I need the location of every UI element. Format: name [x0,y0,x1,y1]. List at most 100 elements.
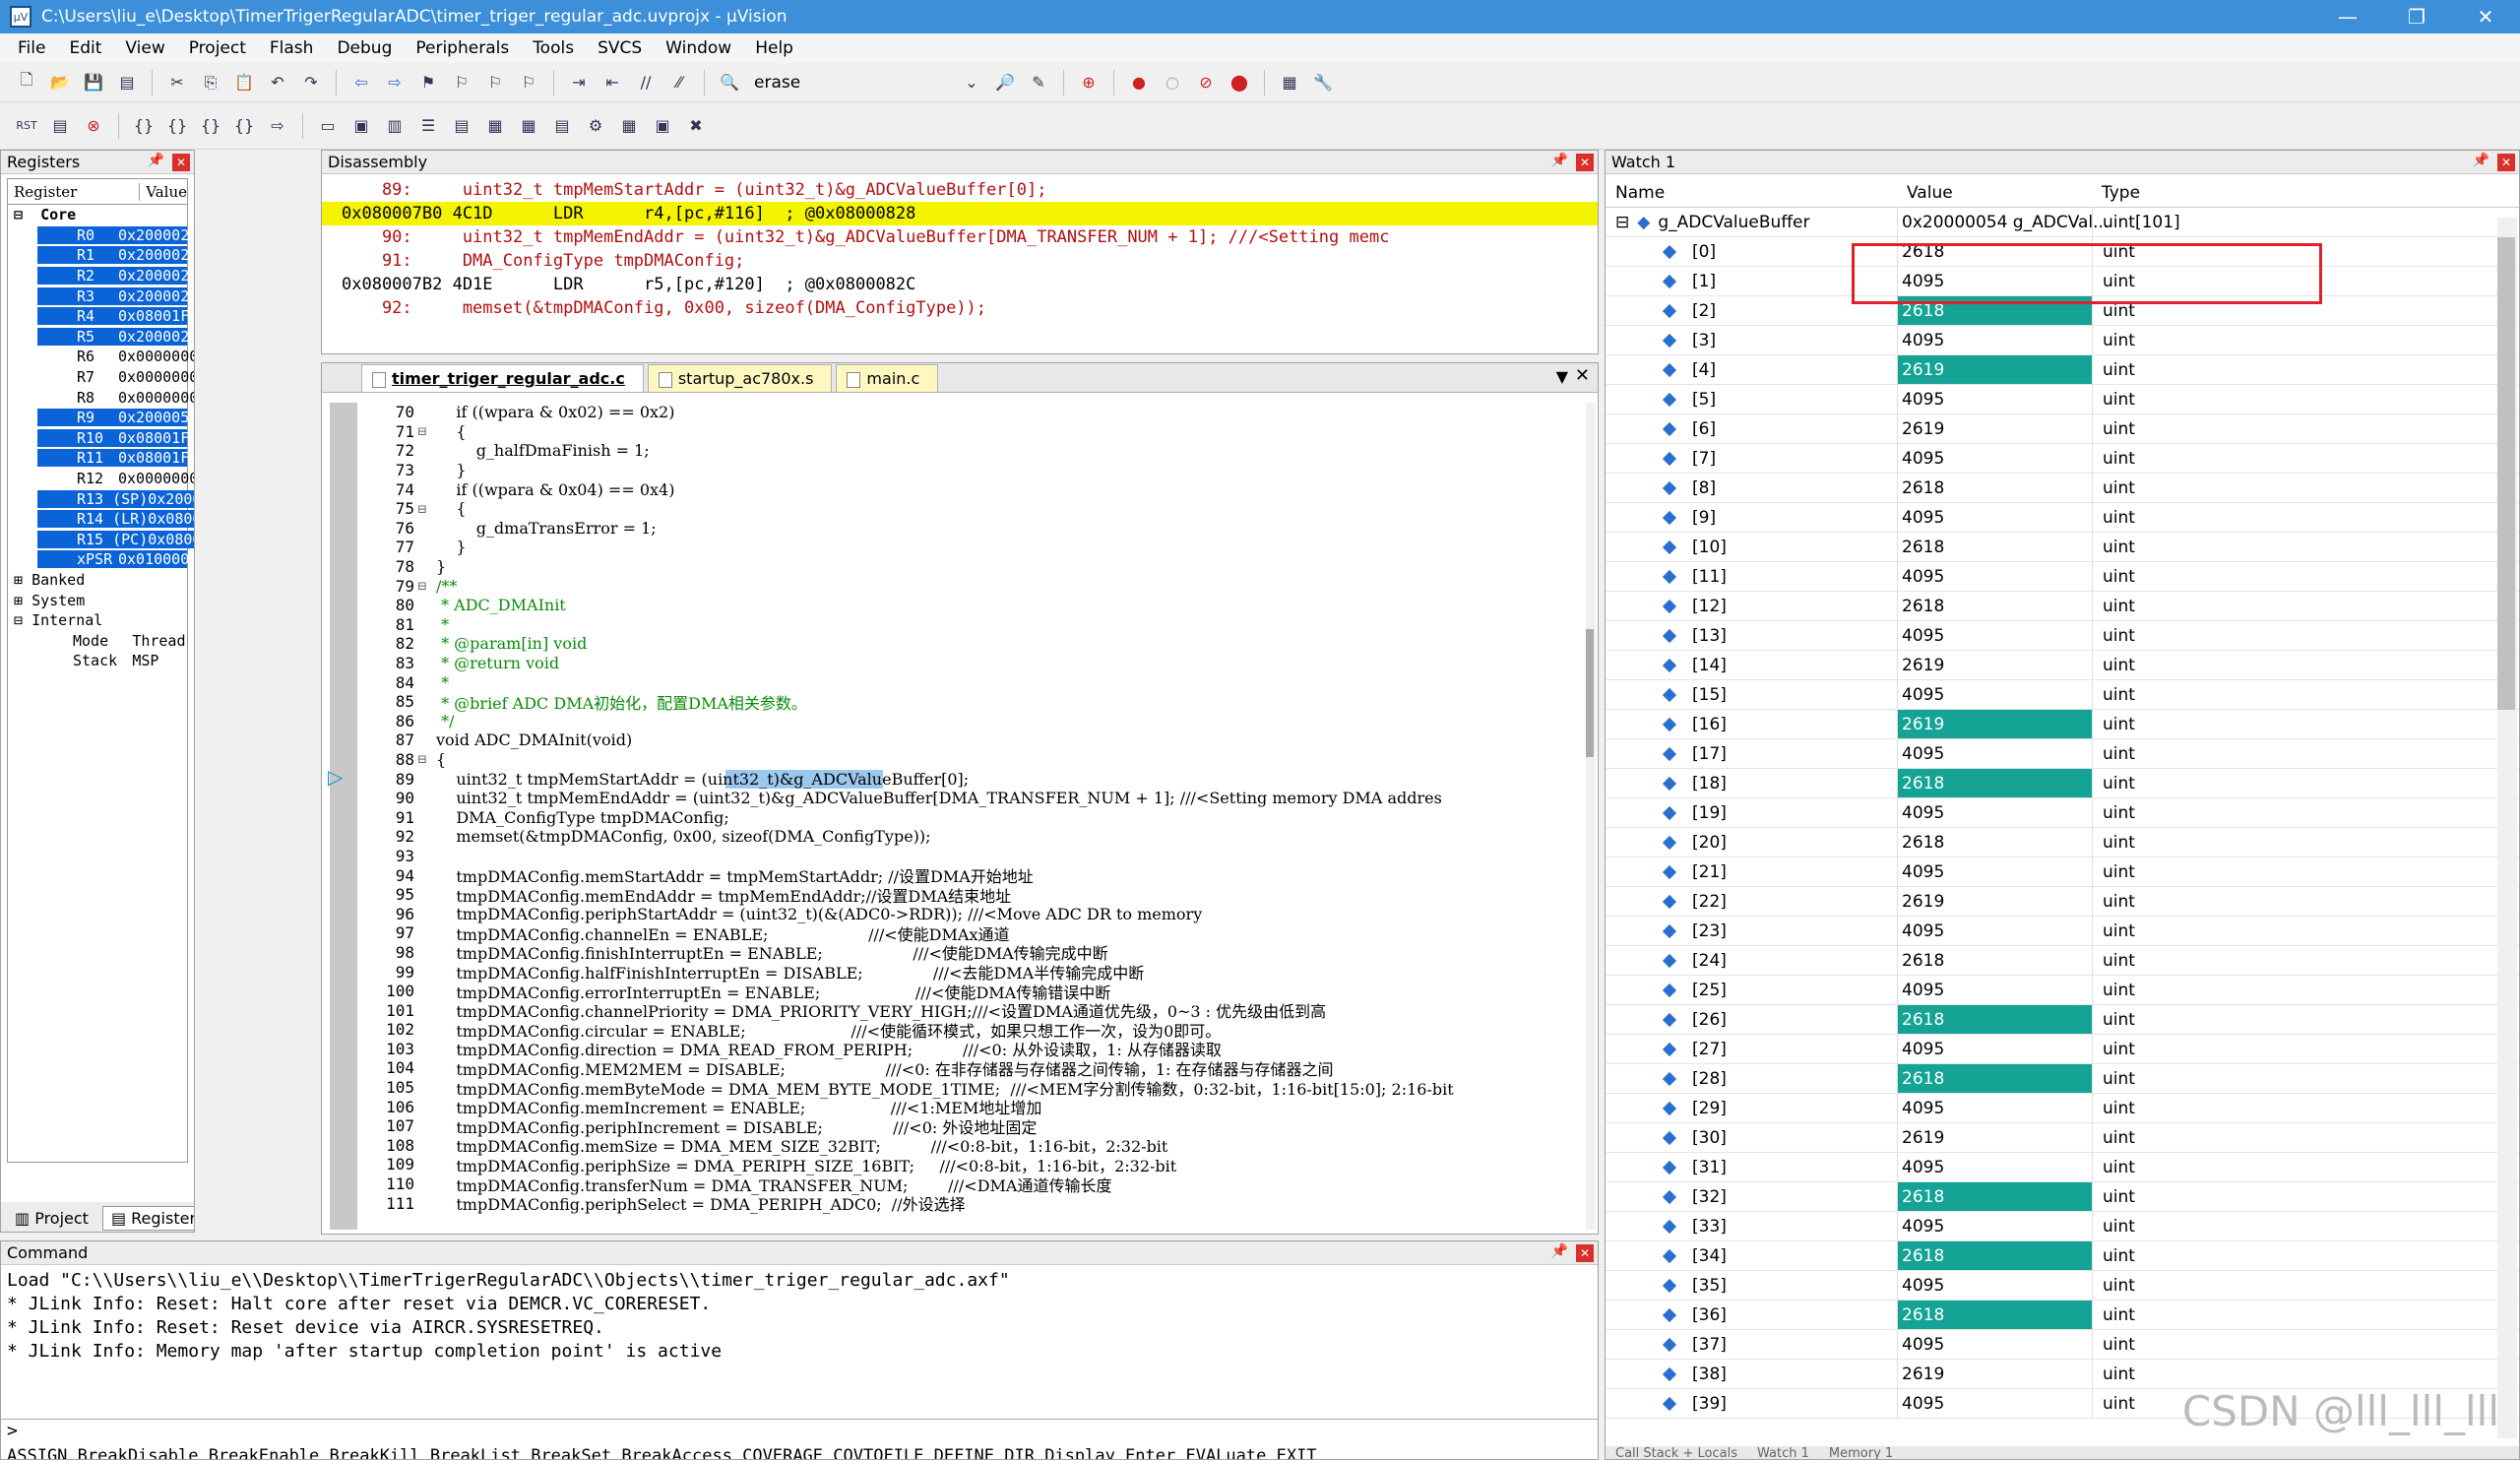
watch-item-row[interactable]: [7] 4095 uint [1606,444,2519,474]
register-row[interactable]: R13 (SP)0x20000688 [8,488,194,509]
code-line[interactable]: 88 ⊟ { [357,750,1568,770]
minimize-icon[interactable]: — [2313,0,2382,33]
watch-item-value[interactable]: 4095 [1897,562,2092,591]
show-next-statement-icon[interactable]: ⇨ [265,113,290,139]
pin-icon[interactable]: 📌 [148,153,164,168]
code-line[interactable]: 78} [357,557,1568,577]
register-row[interactable]: R14 (LR)0x08000163 [8,509,194,530]
reset-icon[interactable]: RST [14,113,39,139]
disassembly-line[interactable]: 0x080007B2 4D1E LDR r5,[pc,#120] ; @0x08… [322,273,1598,296]
watch-item-value[interactable]: 4095 [1897,976,2092,1004]
disassembly-line[interactable]: 0x080007B0 4C1D LDR r4,[pc,#116] ; @0x08… [322,202,1598,225]
watch-item-row[interactable]: [3] 4095 uint [1606,326,2519,355]
fold-marker[interactable]: ⊟ [414,424,430,438]
watch-item-row[interactable]: [34] 2618 uint [1606,1241,2519,1271]
watch-item-value[interactable]: 2618 [1897,769,2092,797]
registers-window-icon[interactable]: ☰ [415,113,441,139]
disassembly-line[interactable]: 89: uint32_t tmpMemStartAddr = (uint32_t… [322,178,1598,202]
watch-item-row[interactable]: [8] 2618 uint [1606,474,2519,503]
watch-item-value[interactable]: 2619 [1897,710,2092,738]
close-editor-icon[interactable]: ✕ [1575,365,1590,386]
watch-item-value[interactable]: 4095 [1897,385,2092,413]
menu-edit[interactable]: Edit [57,38,113,58]
menu-project[interactable]: Project [177,38,258,58]
watch-root-row[interactable]: ⊟ ◆ g_ADCValueBuffer 0x20000054 g_ADCVal..… [1606,208,2519,237]
breakpoint-icon[interactable]: ● [1126,70,1152,95]
call-stack-icon[interactable]: ▤ [449,113,474,139]
toolbox-icon[interactable]: ✖ [683,113,709,139]
fold-marker[interactable]: ⊟ [414,502,430,516]
menu-debug[interactable]: Debug [325,38,404,58]
watch-item-row[interactable]: [10] 2618 uint [1606,533,2519,562]
watch-item-row[interactable]: [23] 4095 uint [1606,917,2519,946]
code-line[interactable]: 111 tmpDMAConfig.periphSelect = DMA_PERI… [357,1193,1568,1215]
editor-scrollbar[interactable] [1586,403,1596,1230]
stop-icon[interactable]: ⊗ [81,113,106,139]
register-row[interactable]: R90x2000052C [8,408,194,428]
code-line[interactable]: 83 * @return void [357,654,1568,673]
find-in-files-icon[interactable]: 🔍 [717,70,742,95]
watch-bottom-tab[interactable]: Call Stack + Locals [1615,1446,1737,1459]
code-line[interactable]: 73 } [357,461,1568,480]
editor-tab[interactable]: startup_ac780x.s [647,364,833,392]
mode-row[interactable]: Mode Thread [8,630,187,651]
register-row[interactable]: R50x20000228 [8,327,194,348]
watch-item-value[interactable]: 4095 [1897,1212,2092,1240]
watch-item-value[interactable]: 2618 [1897,1241,2092,1270]
bookmark-icon[interactable]: ⚑ [415,70,441,95]
undo-icon[interactable]: ↶ [265,70,290,95]
menu-help[interactable]: Help [743,38,805,58]
unindent-icon[interactable]: ⇤ [599,70,625,95]
cut-icon[interactable]: ✂ [164,70,190,95]
menu-view[interactable]: View [113,38,176,58]
watch-bottom-tab[interactable]: Watch 1 [1757,1446,1809,1459]
watch-item-value[interactable]: 2619 [1897,1123,2092,1152]
code-line[interactable]: 72 g_halfDmaFinish = 1; [357,441,1568,461]
watch-item-row[interactable]: [14] 2619 uint [1606,651,2519,680]
watch-item-value[interactable]: 2618 [1897,533,2092,561]
code-line[interactable]: 81 * [357,615,1568,635]
watch-item-row[interactable]: [15] 4095 uint [1606,680,2519,710]
code-line[interactable]: 89 uint32_t tmpMemStartAddr = (uint32_t)… [357,769,1568,789]
code-line[interactable]: 77 } [357,538,1568,557]
watch-item-row[interactable]: [22] 2619 uint [1606,887,2519,917]
watch-item-row[interactable]: [19] 4095 uint [1606,798,2519,828]
register-row[interactable]: R20x20000288 [8,266,194,286]
register-row[interactable]: R15 (PC)0x08001CA8 [8,530,194,550]
close-icon[interactable]: ✕ [1576,154,1594,171]
step-over-icon[interactable]: {} [164,113,190,139]
watch-item-value[interactable]: 4095 [1897,621,2092,650]
watch-item-value[interactable]: 4095 [1897,857,2092,886]
code-line[interactable]: 86 */ [357,712,1568,731]
watch-item-row[interactable]: [16] 2619 uint [1606,710,2519,739]
copy-icon[interactable]: ⎘ [198,70,223,95]
command-window-icon[interactable]: ▭ [315,113,341,139]
watch-item-row[interactable]: [37] 4095 uint [1606,1330,2519,1360]
watch-item-value[interactable]: 2618 [1897,474,2092,502]
watch-scrollbar[interactable] [2497,218,2517,1438]
incremental-find-icon[interactable]: ✎ [1026,70,1051,95]
watch-item-row[interactable]: [30] 2619 uint [1606,1123,2519,1153]
paste-icon[interactable]: 📋 [231,70,257,95]
watch-item-row[interactable]: [18] 2618 uint [1606,769,2519,798]
register-row[interactable]: R100x08001F94 [8,428,194,449]
kill-breakpoints-icon[interactable]: ⊘ [1193,70,1219,95]
run-to-cursor-icon[interactable]: {} [231,113,257,139]
register-row[interactable]: R00x20000288 [8,225,194,246]
fold-marker[interactable]: ⊟ [414,752,430,766]
debug-session-icon[interactable]: ⊕ [1076,70,1102,95]
watch-item-value[interactable]: 4095 [1897,444,2092,473]
watch-item-value[interactable]: 2618 [1897,1064,2092,1093]
command-prompt[interactable]: > [7,1421,18,1441]
watch-item-row[interactable]: [29] 4095 uint [1606,1094,2519,1123]
watch-item-row[interactable]: [11] 4095 uint [1606,562,2519,592]
new-file-icon[interactable]: 🗋 [14,70,39,95]
nav-forward-icon[interactable]: ⇨ [382,70,408,95]
system-viewer-icon[interactable]: ▣ [650,113,675,139]
analysis-windows-icon[interactable]: ⚙ [583,113,608,139]
disable-all-breakpoints-icon[interactable]: ⬤ [1227,70,1252,95]
watch-item-value[interactable]: 4095 [1897,1153,2092,1181]
step-out-icon[interactable]: {} [198,113,223,139]
find-icon[interactable]: 🔎 [992,70,1018,95]
code-line[interactable]: 90 uint32_t tmpMemEndAddr = (uint32_t)&g… [357,789,1568,808]
